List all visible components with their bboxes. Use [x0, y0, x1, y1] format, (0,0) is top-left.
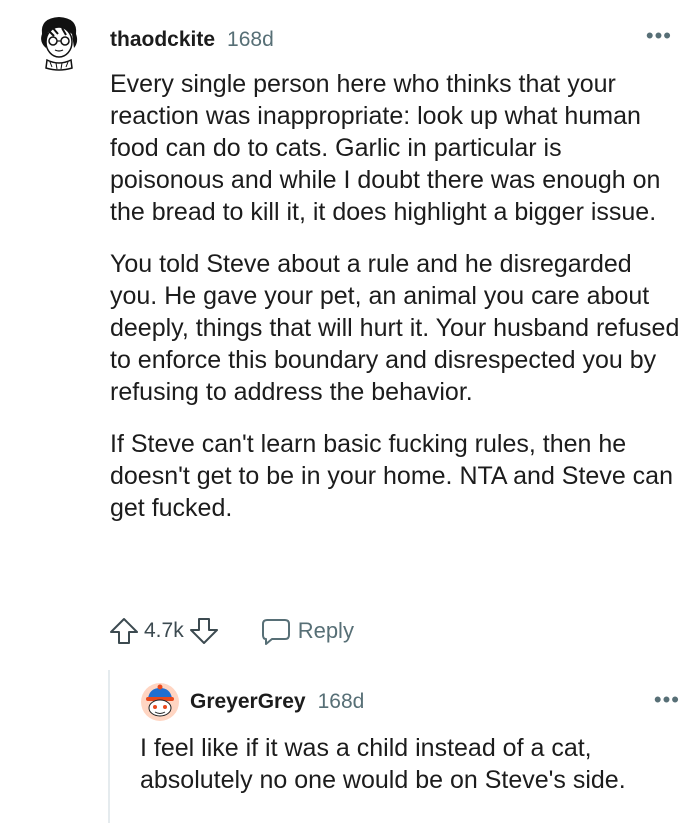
reply-label: Reply	[297, 618, 354, 643]
reply-header: GreyerGrey 168d	[190, 690, 364, 714]
comment-bubble-icon	[261, 619, 290, 645]
comment-timestamp: 168d	[227, 28, 274, 51]
avatar-drawing	[41, 17, 78, 71]
thread-line[interactable]	[108, 670, 110, 823]
vote-score: 4.7k	[144, 619, 184, 642]
more-options-icon[interactable]: •••	[654, 689, 680, 711]
downvote-arrow-icon[interactable]	[188, 615, 220, 647]
reply-body: I feel like if it was a child instead of…	[140, 732, 680, 796]
vote-control: 4.7k	[108, 615, 220, 647]
comment-body: Every single person here who thinks that…	[110, 68, 680, 544]
more-options-icon[interactable]: •••	[646, 25, 672, 47]
comment-paragraph: Every single person here who thinks that…	[110, 70, 661, 226]
upvote-arrow-icon[interactable]	[108, 615, 140, 647]
snoo-avatar-icon	[141, 683, 179, 721]
reply-text: I feel like if it was a child instead of…	[140, 734, 626, 794]
comment-header: thaodckite 168d	[110, 28, 274, 52]
comment-username[interactable]: thaodckite	[110, 28, 215, 52]
comment-paragraph: You told Steve about a rule and he disre…	[110, 250, 680, 406]
reply-button[interactable]: Reply	[260, 615, 354, 647]
user-avatar[interactable]	[32, 12, 86, 74]
reply-avatar[interactable]	[140, 682, 180, 722]
comment-action-bar: 4.7k Reply	[108, 611, 354, 651]
reply-timestamp: 168d	[317, 690, 365, 713]
comment-paragraph: If Steve can't learn basic fucking rules…	[110, 430, 673, 522]
reply-username[interactable]: GreyerGrey	[190, 690, 306, 714]
